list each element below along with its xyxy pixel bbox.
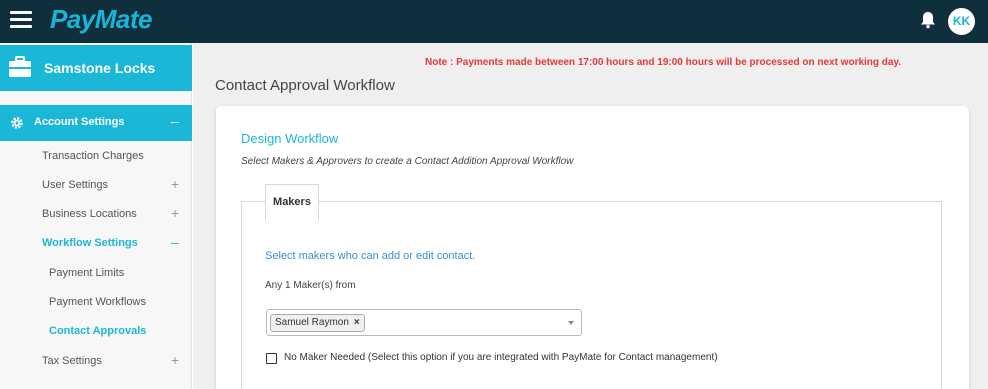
hamburger-menu-icon[interactable] bbox=[10, 11, 32, 29]
sidebar-item-transaction-charges[interactable]: Transaction Charges bbox=[0, 142, 192, 170]
makers-select[interactable]: Samuel Raymon × bbox=[266, 309, 582, 336]
sidebar-item-label: Workflow Settings bbox=[42, 237, 138, 249]
workflow-subtext: Select Makers & Approvers to create a Co… bbox=[241, 156, 574, 167]
sidebar-item-label: Contact Approvals bbox=[49, 325, 147, 337]
sidebar-item-payment-workflows[interactable]: Payment Workflows bbox=[0, 288, 192, 316]
sidebar-item-tax-settings[interactable]: Tax Settings + bbox=[0, 347, 192, 375]
account-settings-label: Account Settings bbox=[34, 116, 125, 128]
sidebar-item-user-settings[interactable]: User Settings + bbox=[0, 171, 192, 199]
company-name: Samstone Locks bbox=[44, 60, 156, 76]
payment-note: Note : Payments made between 17:00 hours… bbox=[425, 57, 902, 68]
design-workflow-heading: Design Workflow bbox=[241, 131, 339, 146]
select-makers-description: Select makers who can add or edit contac… bbox=[265, 250, 476, 262]
sidebar-item-business-locations[interactable]: Business Locations + bbox=[0, 200, 192, 228]
top-bar: PayMate KK bbox=[0, 0, 988, 43]
company-header: Samstone Locks bbox=[0, 45, 192, 91]
any-makers-label: Any 1 Maker(s) from bbox=[265, 280, 356, 291]
page-title: Contact Approval Workflow bbox=[215, 77, 395, 94]
tab-makers[interactable]: Makers bbox=[265, 184, 319, 220]
gear-icon bbox=[10, 116, 24, 130]
main-content: Note : Payments made between 17:00 hours… bbox=[193, 43, 988, 389]
sidebar: Samstone Locks Account Settings – Transa… bbox=[0, 43, 192, 389]
sidebar-item-label: Transaction Charges bbox=[42, 150, 144, 162]
sidebar-item-contact-approvals[interactable]: Contact Approvals bbox=[0, 317, 192, 345]
maker-chip-label: Samuel Raymon bbox=[275, 317, 349, 328]
expand-icon[interactable]: + bbox=[171, 176, 179, 192]
sidebar-item-label: Tax Settings bbox=[42, 355, 102, 367]
account-settings-menu[interactable]: Account Settings – bbox=[0, 105, 192, 141]
no-maker-label: No Maker Needed (Select this option if y… bbox=[284, 352, 718, 363]
collapse-icon[interactable]: – bbox=[171, 234, 179, 250]
sidebar-item-payment-limits[interactable]: Payment Limits bbox=[0, 259, 192, 287]
sidebar-item-label: User Settings bbox=[42, 179, 109, 191]
expand-icon[interactable]: + bbox=[171, 352, 179, 368]
sidebar-item-label: Payment Limits bbox=[49, 267, 125, 279]
expand-icon[interactable]: + bbox=[171, 205, 179, 221]
user-avatar[interactable]: KK bbox=[948, 8, 975, 35]
no-maker-checkbox[interactable] bbox=[266, 353, 277, 364]
remove-chip-icon[interactable]: × bbox=[354, 317, 360, 328]
app-logo[interactable]: PayMate bbox=[50, 4, 153, 35]
bell-icon[interactable] bbox=[918, 10, 938, 30]
briefcase-icon bbox=[8, 56, 32, 78]
chevron-down-icon[interactable] bbox=[568, 321, 574, 325]
workflow-card: Design Workflow Select Makers & Approver… bbox=[216, 106, 969, 389]
sidebar-item-label: Business Locations bbox=[42, 208, 137, 220]
collapse-icon[interactable]: – bbox=[171, 113, 179, 129]
sidebar-item-label: Payment Workflows bbox=[49, 296, 146, 308]
maker-chip: Samuel Raymon × bbox=[270, 314, 365, 332]
sidebar-item-workflow-settings[interactable]: Workflow Settings – bbox=[0, 229, 192, 257]
makers-panel: Makers Select makers who can add or edit… bbox=[241, 184, 942, 389]
